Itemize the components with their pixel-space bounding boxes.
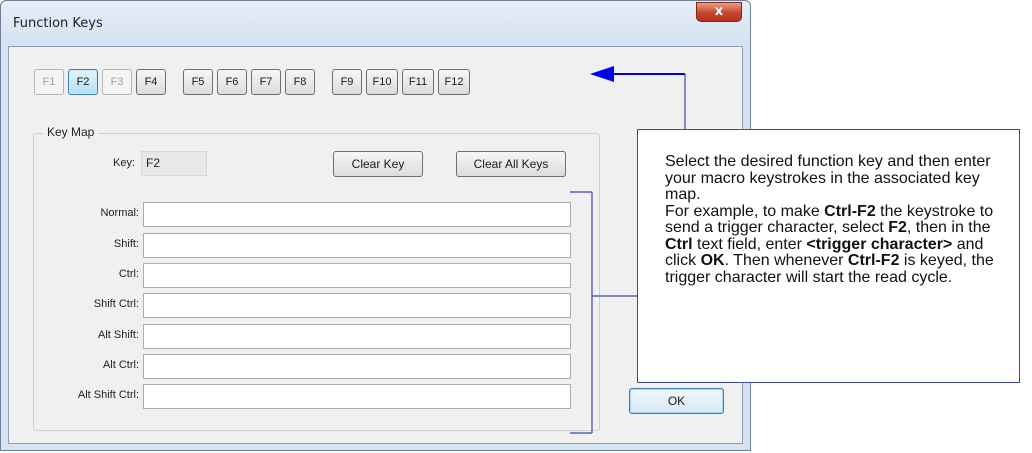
f2-button[interactable]: F2 bbox=[68, 69, 98, 95]
window-title: Function Keys bbox=[13, 16, 103, 31]
shift-ctrl-label: Shift Ctrl: bbox=[93, 298, 139, 310]
f4-button[interactable]: F4 bbox=[136, 69, 166, 95]
alt-ctrl-label: Alt Ctrl: bbox=[102, 359, 139, 371]
instruction-callout: Select the desired function key and then… bbox=[637, 129, 1020, 383]
callout-text-4: text field, enter bbox=[692, 235, 807, 253]
callout-bold-ctrl-f2: Ctrl-F2 bbox=[824, 202, 876, 220]
clear-key-button[interactable]: Clear Key bbox=[333, 151, 423, 177]
f1-button[interactable]: F1 bbox=[34, 69, 64, 95]
alt-shift-field[interactable] bbox=[143, 324, 571, 349]
alt-shift-ctrl-label: Alt Shift Ctrl: bbox=[77, 389, 139, 401]
callout-text-6: . Then whenever bbox=[724, 252, 848, 269]
normal-label: Normal: bbox=[100, 207, 139, 219]
f6-button[interactable]: F6 bbox=[217, 69, 247, 95]
f11-button[interactable]: F11 bbox=[402, 69, 434, 95]
shift-ctrl-field[interactable] bbox=[143, 293, 571, 318]
f8-button[interactable]: F8 bbox=[285, 69, 315, 95]
f9-button[interactable]: F9 bbox=[332, 69, 362, 95]
alt-shift-label: Alt Shift: bbox=[98, 329, 139, 341]
callout-bold-trigger: <trigger character> bbox=[806, 235, 953, 253]
shift-field[interactable] bbox=[143, 233, 571, 258]
ctrl-field[interactable] bbox=[143, 263, 571, 288]
ok-button[interactable]: OK bbox=[629, 388, 724, 414]
close-icon: x bbox=[714, 4, 724, 19]
ctrl-label: Ctrl: bbox=[118, 268, 139, 280]
alt-shift-ctrl-field[interactable] bbox=[143, 384, 571, 409]
f12-button[interactable]: F12 bbox=[438, 69, 470, 95]
callout-bold-ctrl-f2-2: Ctrl-F2 bbox=[847, 252, 900, 269]
f3-button[interactable]: F3 bbox=[102, 69, 132, 95]
dialog-client-area: F1 F2 F3 F4 F5 F6 F7 F8 F9 F10 F11 F12 K… bbox=[8, 46, 743, 444]
callout-bold-ok: OK bbox=[700, 252, 725, 269]
callout-text-3: , then in the bbox=[906, 219, 991, 236]
shift-label: Shift: bbox=[113, 238, 139, 250]
title-bar[interactable]: Function Keys x bbox=[1, 1, 750, 45]
f7-button[interactable]: F7 bbox=[251, 69, 281, 95]
key-label: Key: bbox=[112, 157, 135, 169]
normal-field[interactable] bbox=[143, 202, 571, 227]
key-map-group-label: Key Map bbox=[43, 125, 99, 139]
f5-button[interactable]: F5 bbox=[183, 69, 213, 95]
callout-text-1: For example, to make bbox=[665, 202, 825, 220]
callout-intro: Select the desired function key and then… bbox=[665, 153, 991, 203]
close-button[interactable]: x bbox=[696, 2, 742, 22]
alt-ctrl-field[interactable] bbox=[143, 354, 571, 379]
key-value-box: F2 bbox=[141, 151, 207, 176]
f10-button[interactable]: F10 bbox=[366, 69, 398, 95]
clear-all-keys-button[interactable]: Clear All Keys bbox=[456, 151, 566, 177]
callout-bold-ctrl: Ctrl bbox=[665, 235, 693, 253]
callout-bold-f2: F2 bbox=[888, 219, 907, 236]
